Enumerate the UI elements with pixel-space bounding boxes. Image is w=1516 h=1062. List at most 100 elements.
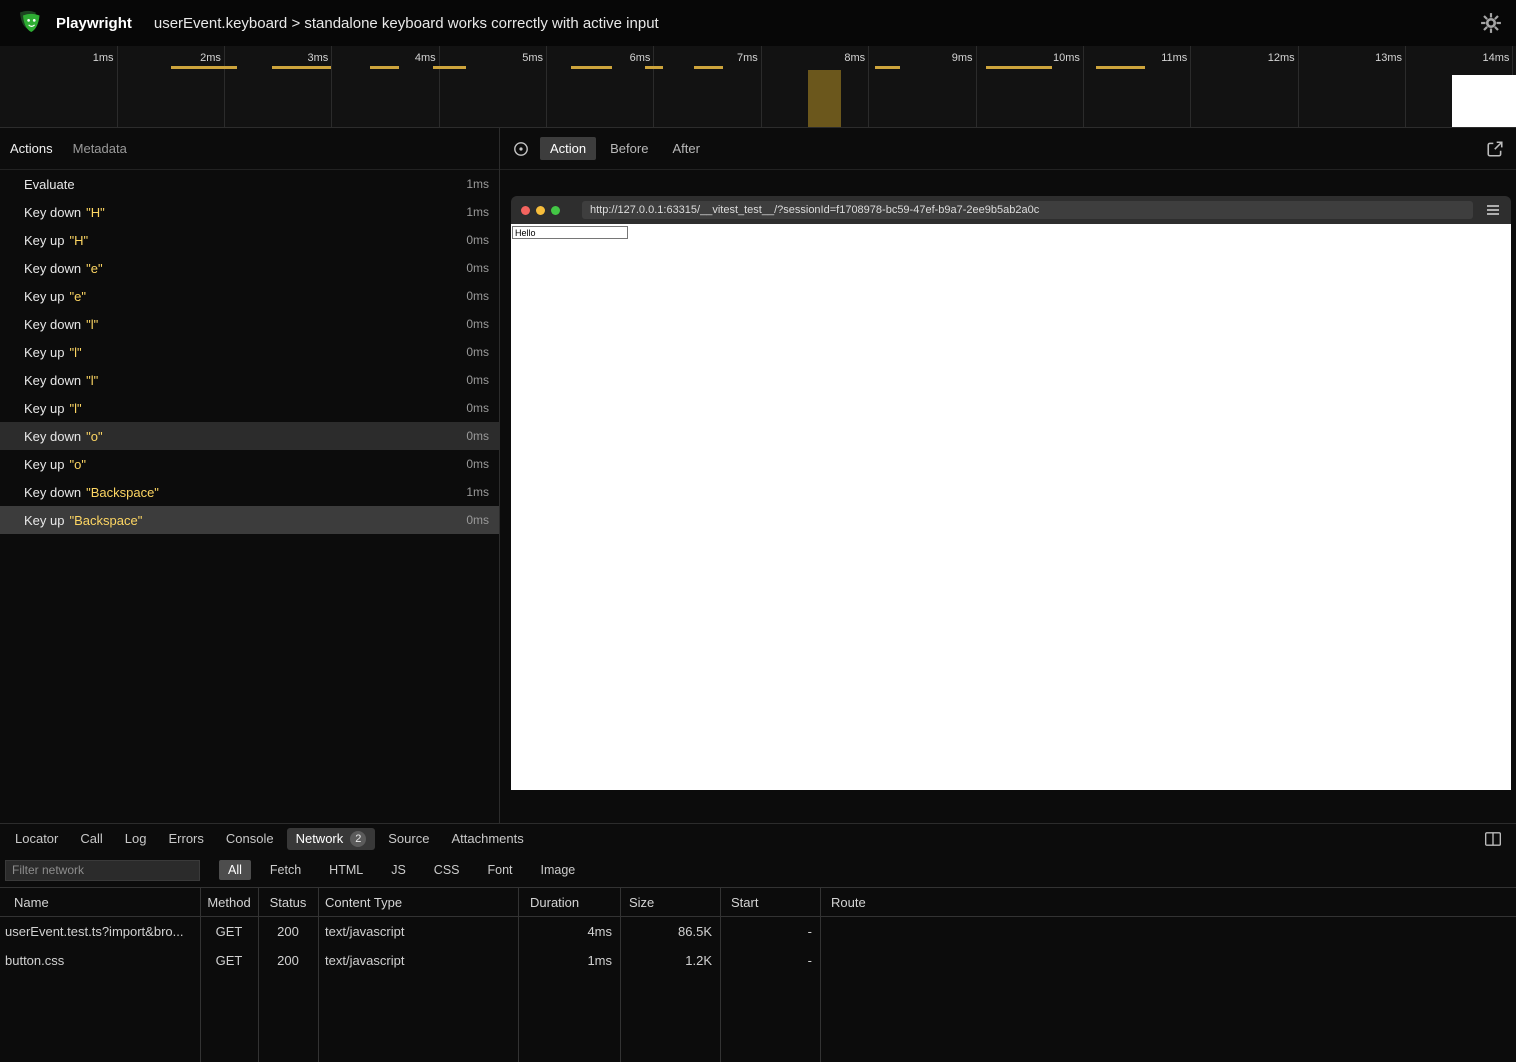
tab-label: Attachments	[451, 831, 523, 846]
traffic-light-red-icon	[521, 206, 530, 215]
filter-chip-all[interactable]: All	[219, 860, 251, 880]
actions-panel: Actions Metadata Evaluate1ms Key down "H" 1m…	[0, 128, 500, 823]
action-duration: 0ms	[466, 345, 489, 359]
network-table-header: NameMethodStatusContent TypeDurationSize…	[0, 888, 1516, 917]
network-request-row[interactable]: userEvent.test.ts?import&bro...GET200tex…	[0, 917, 1516, 946]
tab-call[interactable]: Call	[71, 828, 111, 849]
tab-errors[interactable]: Errors	[159, 828, 212, 849]
app-title: Playwright	[56, 15, 132, 32]
timeline-action-mark	[571, 66, 612, 69]
tab-log[interactable]: Log	[116, 828, 156, 849]
action-title: Key up	[24, 457, 64, 472]
tab-metadata[interactable]: Metadata	[73, 141, 127, 156]
network-cell-method: GET	[200, 953, 258, 968]
action-row[interactable]: Key down"l"0ms	[0, 310, 499, 338]
action-duration: 0ms	[466, 513, 489, 527]
network-cell-content_type: text/javascript	[318, 953, 518, 968]
open-snapshot-external-icon[interactable]	[1486, 140, 1504, 158]
timeline-tick-label: 5ms	[483, 52, 543, 64]
network-type-filters: All Fetch HTML JS CSS Font Image	[219, 860, 584, 880]
filter-chip-fetch[interactable]: Fetch	[261, 860, 310, 880]
action-title: Key down	[24, 485, 81, 500]
timeline-gridline	[976, 46, 977, 127]
column-header-start: Start	[720, 895, 820, 910]
tab-after[interactable]: After	[662, 137, 709, 160]
action-title: Key up	[24, 233, 64, 248]
timeline-gridline	[224, 46, 225, 127]
action-row[interactable]: Key down"l"0ms	[0, 366, 499, 394]
action-row[interactable]: Key up"l"0ms	[0, 338, 499, 366]
filter-chip-js[interactable]: JS	[382, 860, 415, 880]
timeline-gridline	[331, 46, 332, 127]
tab-attachments[interactable]: Attachments	[442, 828, 532, 849]
network-request-row[interactable]: button.cssGET200text/javascript1ms1.2K-	[0, 946, 1516, 975]
action-duration: 0ms	[466, 373, 489, 387]
filter-chip-html[interactable]: HTML	[320, 860, 372, 880]
timeline-gridline	[117, 46, 118, 127]
action-key-value: "l"	[69, 345, 81, 360]
timeline-action-mark	[171, 66, 237, 69]
column-header-size: Size	[620, 895, 720, 910]
action-row[interactable]: Key up"Backspace"0ms	[0, 506, 499, 534]
timeline-tick-label: 11ms	[1127, 52, 1187, 64]
address-bar: http://127.0.0.1:63315/__vitest_test__/?…	[582, 201, 1473, 219]
timeline-gridline	[439, 46, 440, 127]
filter-network-input[interactable]	[5, 860, 200, 881]
pick-locator-target-icon[interactable]	[512, 140, 530, 158]
tab-before[interactable]: Before	[600, 137, 658, 160]
timeline-tick-label: 14ms	[1449, 52, 1509, 64]
action-row[interactable]: Key down"Backspace"1ms	[0, 478, 499, 506]
filter-chip-image[interactable]: Image	[532, 860, 585, 880]
action-key-value: "o"	[69, 457, 85, 472]
action-row[interactable]: Key up"l"0ms	[0, 394, 499, 422]
action-duration: 1ms	[466, 205, 489, 219]
timeline-gridline	[1083, 46, 1084, 127]
tab-source[interactable]: Source	[379, 828, 438, 849]
column-header-content_type: Content Type	[318, 895, 518, 910]
action-row[interactable]: Key down"o"0ms	[0, 422, 499, 450]
filter-chip-font[interactable]: Font	[479, 860, 522, 880]
action-title: Key up	[24, 289, 64, 304]
snapshot-panel: ActionBeforeAfter http://127.0.0.1:63315…	[500, 128, 1516, 823]
tab-network[interactable]: Network2	[287, 828, 376, 850]
tab-label: Console	[226, 831, 274, 846]
timeline-screenshot-thumbnail[interactable]	[1452, 75, 1516, 128]
timeline-action-mark	[694, 66, 723, 69]
tab-actions[interactable]: Actions	[10, 141, 53, 156]
timeline-gridline	[761, 46, 762, 127]
traffic-light-green-icon	[551, 206, 560, 215]
tab-console[interactable]: Console	[217, 828, 283, 849]
action-row[interactable]: Key up"o"0ms	[0, 450, 499, 478]
action-key-value: "H"	[86, 205, 105, 220]
bottom-tabbar: LocatorCallLogErrors Console Network2Sourc…	[0, 824, 1516, 853]
traffic-light-yellow-icon	[536, 206, 545, 215]
timeline-gridline	[1190, 46, 1191, 127]
trace-viewer: Playwright userEvent.keyboard > standalo…	[0, 0, 1516, 1062]
tab-action[interactable]: Action	[540, 137, 596, 160]
action-row[interactable]: Key down"H"1ms	[0, 198, 499, 226]
toggle-layout-panes-icon[interactable]	[1484, 830, 1502, 848]
page-text-input[interactable]	[512, 226, 628, 239]
bottom-panel: LocatorCallLogErrors Console Network2Sourc…	[0, 823, 1516, 1062]
timeline-action-mark	[433, 66, 466, 69]
action-row[interactable]: Evaluate1ms	[0, 170, 499, 198]
action-row[interactable]: Key up"e"0ms	[0, 282, 499, 310]
browser-menu-icon	[1485, 202, 1501, 218]
action-row[interactable]: Key up"H"0ms	[0, 226, 499, 254]
timeline-action-mark	[875, 66, 900, 69]
network-cell-start: -	[720, 953, 820, 968]
network-filter-row: All Fetch HTML JS CSS Font Image	[0, 853, 1516, 887]
action-key-value: "e"	[69, 289, 85, 304]
timeline-selected-range[interactable]	[808, 70, 841, 128]
action-row[interactable]: Key down"e"0ms	[0, 254, 499, 282]
settings-gear-icon[interactable]	[1480, 12, 1502, 34]
timeline-tick-label: 7ms	[698, 52, 758, 64]
column-header-name: Name	[0, 895, 200, 910]
timeline[interactable]: 1ms2ms3ms4ms5ms6ms7ms8ms9ms10ms11ms12ms1…	[0, 46, 1516, 128]
timeline-action-mark	[645, 66, 663, 69]
timeline-gridline	[868, 46, 869, 127]
bottom-tabs-container: LocatorCallLogErrors Console Network2Sourc…	[6, 828, 533, 850]
filter-chip-css[interactable]: CSS	[425, 860, 469, 880]
tab-locator[interactable]: Locator	[6, 828, 67, 849]
column-header-method: Method	[200, 895, 258, 910]
